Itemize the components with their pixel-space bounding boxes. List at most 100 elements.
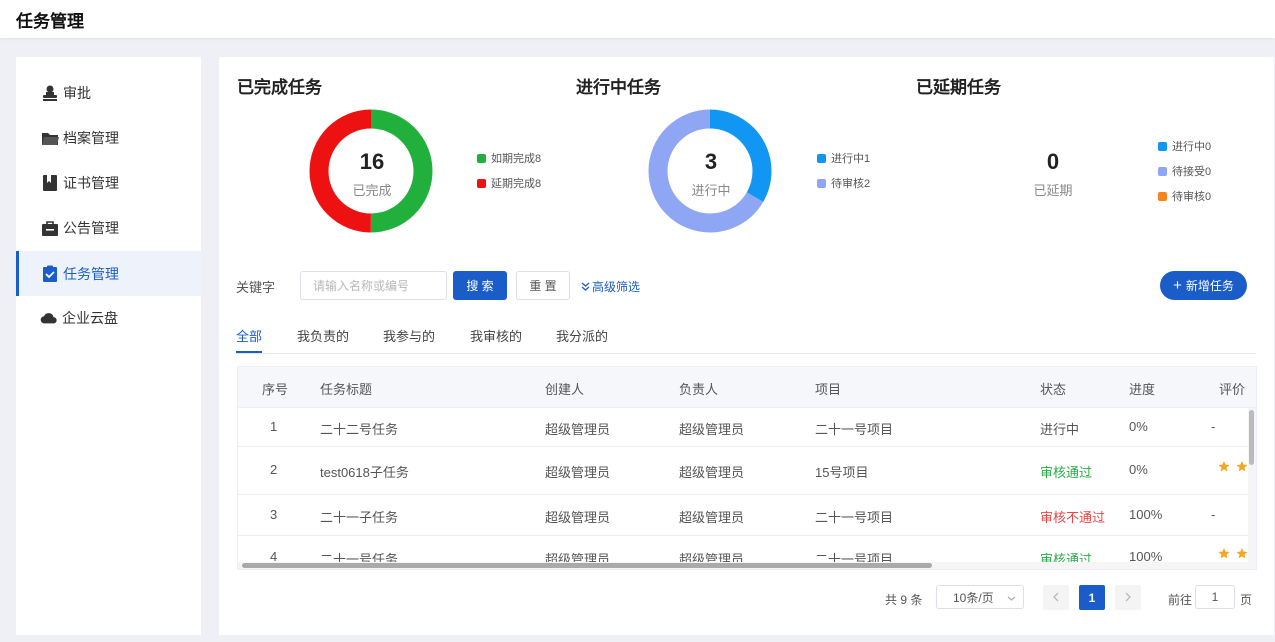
- in-progress-title: 进行中任务: [576, 78, 661, 97]
- cell-no: 2: [270, 462, 278, 477]
- sidebar-item-tasks[interactable]: 任务管理: [16, 251, 201, 296]
- legend-swatch: [477, 178, 486, 188]
- col-header: 状态: [1040, 382, 1067, 397]
- page-title: 任务管理: [16, 12, 84, 31]
- page-size-select[interactable]: 10条/页: [936, 585, 1024, 609]
- cell-owner: 超级管理员: [679, 465, 745, 480]
- sidebar-item-archives[interactable]: 档案管理: [16, 115, 201, 160]
- table-row[interactable]: 3 二十一子任务 超级管理员 超级管理员 二十一号项目 审核不通过 100% -: [238, 495, 1248, 536]
- legend-item: 如期完成8: [477, 151, 541, 165]
- sidebar-item-approval[interactable]: 审批: [16, 70, 201, 115]
- tab-all[interactable]: 全部: [236, 326, 262, 345]
- cell-project: 15号项目: [815, 465, 869, 480]
- cell-title[interactable]: 二十二号任务: [320, 419, 398, 438]
- legend-item: 待接受0: [1158, 164, 1211, 178]
- completed-label: 已完成: [352, 183, 392, 198]
- main-panel: 已完成任务 16 已完成 如期完成8 延期完成8 进行中任务 3 进行中 进行中…: [219, 57, 1274, 635]
- col-header: 评价: [1219, 382, 1246, 397]
- advanced-filter-label: 高级筛选: [592, 280, 641, 294]
- sidebar-item-label: 企业云盘: [62, 309, 118, 326]
- cell-project: 二十一号项目: [815, 510, 894, 525]
- chevron-right-icon: [1124, 591, 1132, 605]
- stamp-icon: [41, 84, 59, 102]
- sidebar-item-cloud-drive[interactable]: 企业云盘: [16, 295, 201, 340]
- horizontal-scrollbar[interactable]: [238, 562, 1248, 569]
- sidebar-item-certificates[interactable]: 证书管理: [16, 160, 201, 205]
- sidebar-item-label: 档案管理: [63, 129, 119, 146]
- cell-creator: 超级管理员: [545, 465, 611, 480]
- legend-item: 进行中1: [817, 151, 870, 165]
- page-number-current[interactable]: 1: [1079, 585, 1105, 610]
- col-header: 项目: [815, 382, 842, 397]
- cell-rating: -: [1211, 507, 1216, 522]
- next-page-button[interactable]: [1115, 585, 1141, 610]
- overdue-label: 已延期: [1033, 183, 1073, 198]
- star-rating-icon: [1218, 548, 1248, 559]
- chevron-left-icon: [1052, 591, 1060, 605]
- tab-assigned[interactable]: 我分派的: [556, 326, 608, 345]
- keyword-input[interactable]: [300, 271, 447, 300]
- cell-project: 二十一号项目: [815, 422, 894, 437]
- total-count: 共 9 条: [885, 593, 923, 607]
- legend-swatch: [817, 178, 826, 188]
- sidebar-item-label: 公告管理: [63, 219, 119, 236]
- sidebar-item-label: 证书管理: [63, 174, 119, 191]
- prev-page-button[interactable]: [1043, 585, 1069, 610]
- vertical-scrollbar[interactable]: [1248, 408, 1256, 569]
- legend-label: 待审核2: [831, 178, 871, 190]
- tab-mine[interactable]: 我负责的: [297, 326, 349, 345]
- tab-reviewing[interactable]: 我审核的: [470, 326, 522, 345]
- table-row[interactable]: 2 test0618子任务 超级管理员 超级管理员 15号项目 审核通过 0%: [238, 447, 1248, 495]
- cell-owner: 超级管理员: [679, 422, 745, 437]
- cell-progress: 100%: [1129, 507, 1163, 522]
- cell-title[interactable]: test0618子任务: [320, 462, 409, 481]
- bookmark-icon: [41, 174, 59, 192]
- legend-swatch: [477, 153, 486, 163]
- cell-status: 进行中: [1040, 422, 1080, 437]
- cell-no: 3: [270, 507, 278, 522]
- keyword-label: 关键字: [236, 280, 276, 295]
- legend-swatch: [1158, 191, 1167, 201]
- completed-count: 16: [359, 149, 385, 174]
- cloud-icon: [40, 309, 58, 327]
- double-chevron-down-icon: [581, 280, 590, 294]
- advanced-filter-link[interactable]: 高级筛选: [581, 278, 640, 295]
- col-header: 创建人: [545, 382, 585, 397]
- scroll-thumb[interactable]: [242, 563, 932, 568]
- legend-label: 进行中0: [1172, 141, 1212, 153]
- tab-participated[interactable]: 我参与的: [383, 326, 435, 345]
- cell-no: 1: [270, 419, 278, 434]
- legend-label: 延期完成8: [491, 178, 542, 190]
- overdue-title: 已延期任务: [916, 78, 1001, 97]
- cell-progress: 0%: [1129, 419, 1148, 434]
- legend-swatch: [1158, 166, 1167, 176]
- add-task-button[interactable]: + 新增任务: [1160, 271, 1247, 300]
- sidebar-item-announcements[interactable]: 公告管理: [16, 205, 201, 250]
- plus-icon: +: [1173, 277, 1182, 294]
- col-header: 序号: [262, 382, 289, 397]
- briefcase-icon: [41, 219, 59, 237]
- active-tab-indicator: [236, 351, 262, 353]
- legend-swatch: [1158, 141, 1167, 151]
- scroll-thumb[interactable]: [1249, 410, 1254, 465]
- cell-status: 审核不通过: [1040, 510, 1106, 525]
- star-rating-icon: [1218, 461, 1248, 472]
- cell-progress: 0%: [1129, 462, 1148, 477]
- table-row[interactable]: 1 二十二号任务 超级管理员 超级管理员 二十一号项目 进行中 0% -: [238, 408, 1248, 447]
- col-header: 任务标题: [320, 382, 373, 397]
- cell-title[interactable]: 二十一子任务: [320, 507, 398, 526]
- legend-label: 待审核0: [1172, 191, 1212, 203]
- cell-owner: 超级管理员: [679, 510, 745, 525]
- search-button[interactable]: 搜 索: [453, 271, 507, 300]
- page-size-value: 10条/页: [953, 590, 994, 605]
- legend-item: 进行中0: [1158, 139, 1211, 153]
- legend-item: 延期完成8: [477, 176, 541, 190]
- reset-button[interactable]: 重 置: [516, 271, 570, 300]
- top-bar: 任务管理: [0, 0, 1275, 38]
- cell-creator: 超级管理员: [545, 422, 611, 437]
- cell-status: 审核通过: [1040, 465, 1093, 480]
- overdue-count: 0: [1046, 149, 1060, 174]
- legend-label: 进行中1: [831, 153, 871, 165]
- goto-unit: 页: [1240, 593, 1253, 607]
- goto-page-input[interactable]: [1195, 585, 1235, 609]
